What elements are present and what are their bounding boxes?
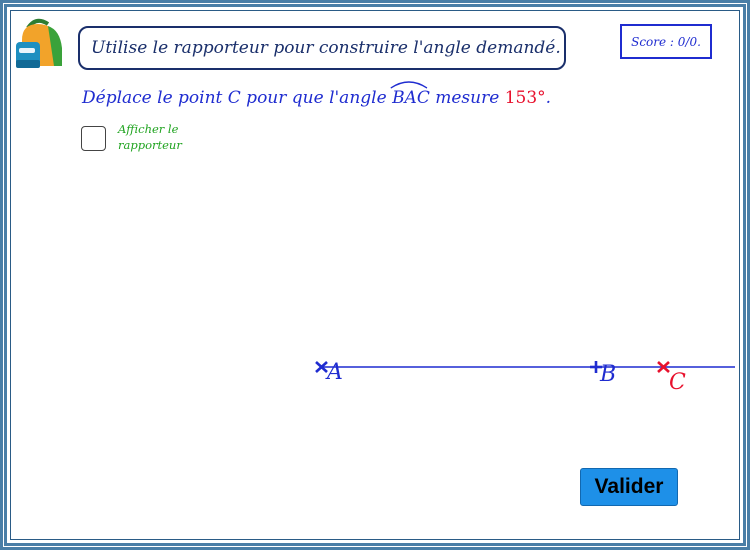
valider-button[interactable]: Valider (580, 468, 678, 506)
point-a-label: A (327, 360, 343, 385)
point-c-label: C (669, 370, 686, 395)
point-b-label: B (600, 362, 617, 387)
